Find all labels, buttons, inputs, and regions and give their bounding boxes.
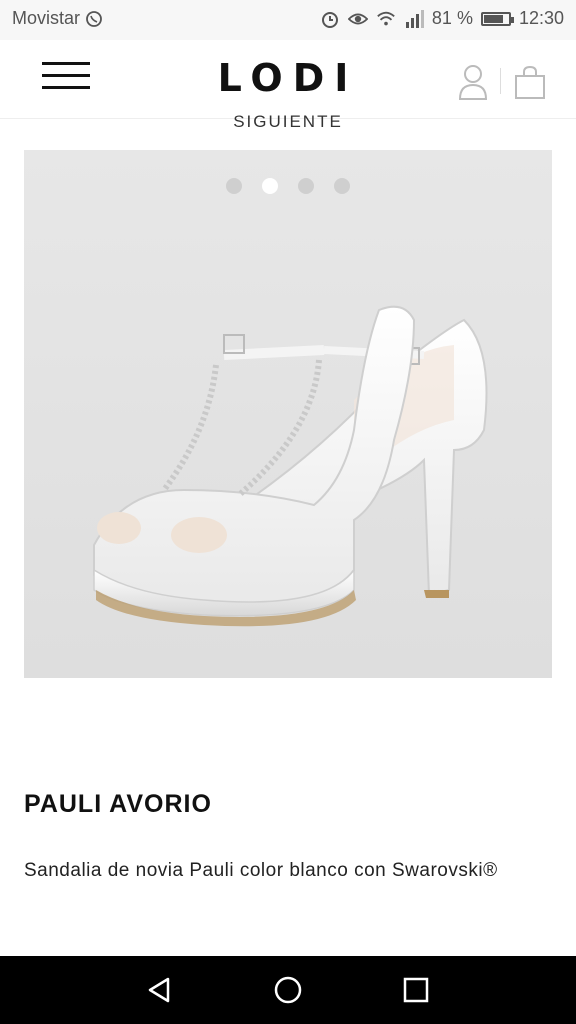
back-icon[interactable] (144, 974, 176, 1006)
brand-logo[interactable]: LODI (0, 56, 576, 100)
recents-icon[interactable] (400, 974, 432, 1006)
eye-icon (347, 9, 368, 29)
alarm-icon (320, 9, 340, 29)
product-image-carousel[interactable] (24, 150, 552, 678)
user-icon[interactable] (458, 64, 488, 100)
carousel-dot[interactable] (226, 178, 242, 194)
carousel-dots (24, 178, 552, 194)
carousel-next-label[interactable]: SIGUIENTE (0, 112, 576, 132)
product-name: PAULI AVORIO (24, 790, 212, 818)
whatsapp-icon (84, 9, 104, 29)
status-bar-left: Movistar (12, 8, 104, 29)
header-divider (500, 68, 501, 94)
system-nav-bar (0, 956, 576, 1024)
site-header: LODI (0, 40, 576, 119)
battery-fill (483, 14, 504, 23)
carrier-name: Movistar (12, 8, 81, 28)
carousel-dot[interactable] (298, 178, 314, 194)
clock: 12:30 (518, 8, 564, 28)
product-description: Sandalia de novia Pauli color blanco con… (24, 860, 498, 881)
home-icon[interactable] (272, 974, 304, 1006)
battery-icon (480, 11, 514, 26)
status-bar: Movistar 81 % 12:30 (0, 0, 576, 40)
shopping-bag-icon[interactable] (512, 64, 548, 100)
product-photo (93, 305, 488, 627)
battery-percent: 81 % (431, 8, 473, 28)
wifi-icon (376, 9, 396, 29)
carousel-dot[interactable] (262, 178, 278, 194)
carousel-dot[interactable] (334, 178, 350, 194)
status-bar-right: 81 % 12:30 (320, 8, 564, 29)
signal-icon (404, 9, 424, 29)
